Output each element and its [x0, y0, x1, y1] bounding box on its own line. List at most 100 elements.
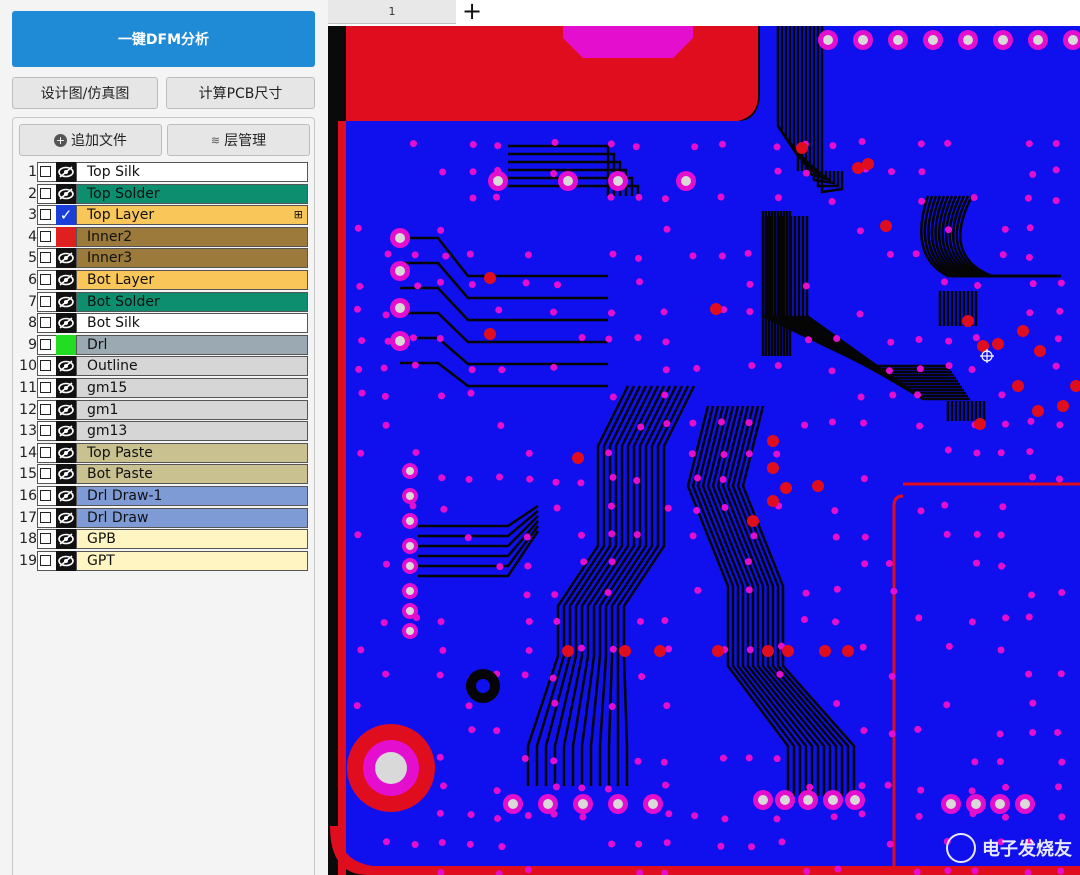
add-tab-button[interactable]: + [462, 0, 484, 24]
layer-checkbox[interactable] [40, 252, 51, 264]
layer-name[interactable]: Drl Draw [76, 507, 308, 528]
layer-index: 14 [19, 444, 37, 461]
visibility-eye-icon[interactable] [56, 507, 76, 528]
layer-panel: 一键DFM分析 设计图/仿真图 计算PCB尺寸 + 追加文件 ≋ 层管理 1 T… [0, 0, 328, 875]
layer-checkbox[interactable] [40, 187, 51, 199]
layer-name[interactable]: GPB [76, 529, 308, 550]
design-sim-button[interactable]: 设计图/仿真图 [12, 77, 158, 109]
visibility-eye-icon[interactable] [56, 313, 76, 334]
layer-checkbox[interactable] [40, 360, 51, 372]
layer-name[interactable]: Bot Solder [76, 291, 308, 312]
layer-checkbox[interactable] [40, 166, 51, 177]
visibility-eye-icon[interactable] [56, 270, 76, 290]
layer-checkbox[interactable] [40, 338, 51, 350]
board-area [338, 26, 1080, 875]
visibility-eye-icon[interactable] [56, 421, 76, 442]
layer-name[interactable]: gm13 [76, 421, 308, 442]
add-file-button[interactable]: + 追加文件 [19, 124, 162, 156]
visibility-eye-icon[interactable] [56, 248, 76, 269]
dfm-analysis-button[interactable]: 一键DFM分析 [12, 11, 315, 67]
layer-name[interactable]: Drl [76, 334, 308, 355]
layer-checkbox[interactable] [40, 533, 51, 545]
layer-index: 16 [19, 488, 37, 504]
layer-checkbox[interactable] [40, 468, 51, 480]
layer-row[interactable]: 13 gm13 [19, 421, 309, 442]
layer-index: 6 [28, 272, 37, 288]
layer-name[interactable]: Inner2 [76, 226, 308, 247]
layer-index: 7 [28, 293, 37, 310]
layer-row[interactable]: 16 Drl Draw-1 [19, 486, 309, 506]
layer-row[interactable]: 15 Bot Paste [19, 464, 309, 485]
layer-name[interactable]: Bot Silk [76, 313, 308, 334]
layer-index: 2 [28, 185, 37, 202]
checkmark-icon[interactable]: ✓ [56, 205, 76, 226]
layer-color-swatch[interactable] [56, 334, 76, 355]
layer-checkbox[interactable] [40, 425, 51, 437]
layer-checkbox[interactable] [40, 511, 51, 523]
layer-row[interactable]: 1 Top Silk [19, 162, 309, 182]
layer-index: 12 [19, 401, 37, 418]
layer-row[interactable]: 18 GPB [19, 529, 309, 550]
layer-checkbox[interactable] [40, 446, 51, 458]
layer-row[interactable]: 4 Inner2 [19, 226, 309, 247]
layer-checkbox[interactable] [40, 554, 51, 566]
layer-index: 8 [28, 315, 37, 332]
layer-name[interactable]: Bot Paste [76, 464, 308, 485]
layer-checkbox[interactable] [40, 382, 51, 393]
visibility-eye-icon[interactable] [56, 442, 76, 463]
layer-name[interactable]: Outline [76, 356, 308, 377]
layer-row[interactable]: 14 Top Paste [19, 442, 309, 463]
pcb-canvas[interactable]: 电子发烧友 [328, 26, 1080, 875]
visibility-eye-icon[interactable] [56, 486, 76, 506]
layer-name[interactable]: Top Solder [76, 183, 308, 204]
visibility-eye-icon[interactable] [56, 162, 76, 182]
layer-name[interactable]: Top Silk [76, 162, 308, 182]
layer-row[interactable]: 17 Drl Draw [19, 507, 309, 528]
layer-manager-button[interactable]: ≋ 层管理 [167, 124, 310, 156]
visibility-eye-icon[interactable] [56, 183, 76, 204]
layer-name[interactable]: Bot Layer [76, 270, 308, 290]
layer-row[interactable]: 5 Inner3 [19, 248, 309, 269]
layer-checkbox[interactable] [40, 230, 51, 242]
visibility-eye-icon[interactable] [56, 291, 76, 312]
layer-row[interactable]: 10 Outline [19, 356, 309, 377]
layer-name[interactable]: Drl Draw-1 [76, 486, 308, 506]
layer-name[interactable]: Inner3 [76, 248, 308, 269]
layer-name[interactable]: Top Layer ⊞ [76, 205, 308, 226]
visibility-eye-icon[interactable] [56, 529, 76, 550]
calc-pcb-size-button[interactable]: 计算PCB尺寸 [166, 77, 315, 109]
tab-1[interactable]: 1 [328, 0, 456, 24]
layer-checkbox[interactable] [40, 209, 51, 221]
visibility-eye-icon[interactable] [56, 550, 76, 571]
visibility-eye-icon[interactable] [56, 378, 76, 398]
layer-index: 11 [19, 380, 37, 396]
layer-name[interactable]: gm15 [76, 378, 308, 398]
layer-checkbox[interactable] [40, 490, 51, 501]
layer-color-swatch[interactable] [56, 226, 76, 247]
layer-name[interactable]: gm1 [76, 399, 308, 420]
layer-checkbox[interactable] [40, 295, 51, 307]
logo-icon [946, 833, 976, 863]
visibility-eye-icon[interactable] [56, 399, 76, 420]
pcb-drawing[interactable] [328, 26, 1080, 875]
layer-row[interactable]: 2 Top Solder [19, 183, 309, 204]
layer-row[interactable]: 9 Drl [19, 334, 309, 355]
plus-circle-icon: + [54, 133, 67, 147]
layer-name[interactable]: Top Paste [76, 442, 308, 463]
layer-row[interactable]: 3 ✓ Top Layer ⊞ [19, 205, 309, 226]
layer-checkbox[interactable] [40, 403, 51, 415]
layer-row[interactable]: 7 Bot Solder [19, 291, 309, 312]
layer-index: 15 [19, 466, 37, 483]
layer-manager-label: 层管理 [224, 133, 267, 149]
layer-checkbox[interactable] [40, 274, 51, 285]
layer-row[interactable]: 12 gm1 [19, 399, 309, 420]
layer-row[interactable]: 19 GPT [19, 550, 309, 571]
layer-row[interactable]: 8 Bot Silk [19, 313, 309, 334]
layer-row[interactable]: 11 gm15 [19, 378, 309, 398]
layer-name[interactable]: GPT [76, 550, 308, 571]
visibility-eye-icon[interactable] [56, 464, 76, 485]
expand-icon[interactable]: ⊞ [294, 206, 303, 224]
layer-row[interactable]: 6 Bot Layer [19, 270, 309, 290]
visibility-eye-icon[interactable] [56, 356, 76, 377]
layer-checkbox[interactable] [40, 317, 51, 329]
